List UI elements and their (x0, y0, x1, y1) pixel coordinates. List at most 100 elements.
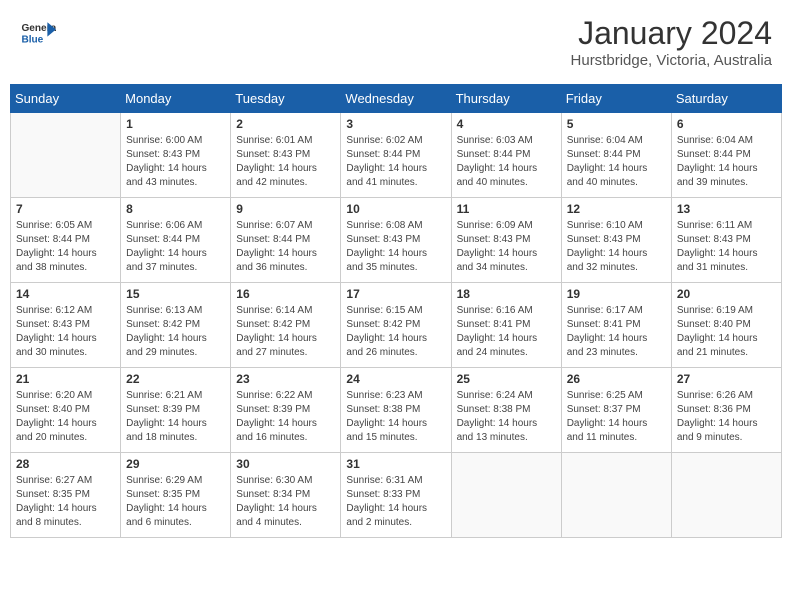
day-number: 1 (126, 117, 225, 131)
calendar-cell: 26 Sunrise: 6:25 AMSunset: 8:37 PMDayligh… (561, 368, 671, 453)
day-number: 7 (16, 202, 115, 216)
calendar-cell (451, 453, 561, 538)
calendar-cell: 14Sunrise: 6:12 AMSunset: 8:43 PMDayligh… (11, 283, 121, 368)
calendar-cell: 29 Sunrise: 6:29 AMSunset: 8:35 PMDayligh… (121, 453, 231, 538)
calendar-cell: 23 Sunrise: 6:22 AMSunset: 8:39 PMDayligh… (231, 368, 341, 453)
calendar-cell: 27 Sunrise: 6:26 AMSunset: 8:36 PMDayligh… (671, 368, 781, 453)
day-number: 29 (126, 457, 225, 471)
day-number: 18 (457, 287, 556, 301)
day-number: 2 (236, 117, 335, 131)
day-info: Sunrise: 6:06 AMSunset: 8:44 PMDaylight:… (126, 219, 225, 275)
day-info: Sunrise: 6:13 AMSunset: 8:42 PMDaylight:… (126, 304, 225, 360)
calendar-cell: 9 Sunrise: 6:07 AMSunset: 8:44 PMDaylight… (231, 198, 341, 283)
calendar-cell: 21Sunrise: 6:20 AMSunset: 8:40 PMDayligh… (11, 368, 121, 453)
calendar-cell: 31 Sunrise: 6:31 AMSunset: 8:33 PMDayligh… (341, 453, 451, 538)
month-title: January 2024 (571, 15, 772, 52)
calendar-cell: 20Sunrise: 6:19 AMSunset: 8:40 PMDayligh… (671, 283, 781, 368)
day-number: 24 (346, 372, 445, 386)
day-info: Sunrise: 6:11 AMSunset: 8:43 PMDaylight:… (677, 219, 776, 275)
calendar-cell: 24 Sunrise: 6:23 AMSunset: 8:38 PMDayligh… (341, 368, 451, 453)
calendar-cell (11, 113, 121, 198)
day-number: 26 (567, 372, 666, 386)
col-sunday: Sunday (11, 85, 121, 113)
day-info: Sunrise: 6:23 AMSunset: 8:38 PMDaylight:… (346, 389, 445, 445)
calendar-cell: 19 Sunrise: 6:17 AMSunset: 8:41 PMDayligh… (561, 283, 671, 368)
day-number: 23 (236, 372, 335, 386)
day-info: Sunrise: 6:24 AMSunset: 8:38 PMDaylight:… (457, 389, 556, 445)
day-info: Sunrise: 6:29 AMSunset: 8:35 PMDaylight:… (126, 474, 225, 530)
day-info: Sunrise: 6:10 AMSunset: 8:43 PMDaylight:… (567, 219, 666, 275)
calendar-cell: 17Sunrise: 6:15 AMSunset: 8:42 PMDayligh… (341, 283, 451, 368)
day-number: 17 (346, 287, 445, 301)
calendar-cell: 15 Sunrise: 6:13 AMSunset: 8:42 PMDayligh… (121, 283, 231, 368)
day-number: 5 (567, 117, 666, 131)
day-number: 16 (236, 287, 335, 301)
day-number: 28 (16, 457, 115, 471)
calendar-cell: 1 Sunrise: 6:00 AMSunset: 8:43 PMDaylight… (121, 113, 231, 198)
day-info: Sunrise: 6:07 AMSunset: 8:44 PMDaylight:… (236, 219, 335, 275)
calendar-cell: 12Sunrise: 6:10 AMSunset: 8:43 PMDayligh… (561, 198, 671, 283)
day-number: 9 (236, 202, 335, 216)
title-block: January 2024 Hurstbridge, Victoria, Aust… (571, 15, 772, 69)
day-info: Sunrise: 6:00 AMSunset: 8:43 PMDaylight:… (126, 134, 225, 190)
day-number: 31 (346, 457, 445, 471)
col-friday: Friday (561, 85, 671, 113)
col-tuesday: Tuesday (231, 85, 341, 113)
location-subtitle: Hurstbridge, Victoria, Australia (571, 52, 772, 69)
day-info: Sunrise: 6:21 AMSunset: 8:39 PMDaylight:… (126, 389, 225, 445)
day-info: Sunrise: 6:08 AMSunset: 8:43 PMDaylight:… (346, 219, 445, 275)
calendar-cell: 18 Sunrise: 6:16 AMSunset: 8:41 PMDayligh… (451, 283, 561, 368)
day-info: Sunrise: 6:14 AMSunset: 8:42 PMDaylight:… (236, 304, 335, 360)
day-number: 27 (677, 372, 776, 386)
day-number: 4 (457, 117, 556, 131)
day-info: Sunrise: 6:05 AMSunset: 8:44 PMDaylight:… (16, 219, 115, 275)
day-info: Sunrise: 6:04 AMSunset: 8:44 PMDaylight:… (677, 134, 776, 190)
day-info: Sunrise: 6:17 AMSunset: 8:41 PMDaylight:… (567, 304, 666, 360)
day-info: Sunrise: 6:27 AMSunset: 8:35 PMDaylight:… (16, 474, 115, 530)
day-info: Sunrise: 6:04 AMSunset: 8:44 PMDaylight:… (567, 134, 666, 190)
col-wednesday: Wednesday (341, 85, 451, 113)
calendar-cell (561, 453, 671, 538)
day-info: Sunrise: 6:22 AMSunset: 8:39 PMDaylight:… (236, 389, 335, 445)
calendar-cell: 4 Sunrise: 6:03 AMSunset: 8:44 PMDaylight… (451, 113, 561, 198)
day-info: Sunrise: 6:30 AMSunset: 8:34 PMDaylight:… (236, 474, 335, 530)
day-number: 15 (126, 287, 225, 301)
day-number: 22 (126, 372, 225, 386)
day-info: Sunrise: 6:26 AMSunset: 8:36 PMDaylight:… (677, 389, 776, 445)
day-number: 3 (346, 117, 445, 131)
day-number: 30 (236, 457, 335, 471)
day-number: 11 (457, 202, 556, 216)
calendar-cell: 22 Sunrise: 6:21 AMSunset: 8:39 PMDayligh… (121, 368, 231, 453)
day-info: Sunrise: 6:25 AMSunset: 8:37 PMDaylight:… (567, 389, 666, 445)
col-thursday: Thursday (451, 85, 561, 113)
logo-icon: General Blue (20, 15, 56, 51)
day-info: Sunrise: 6:12 AMSunset: 8:43 PMDaylight:… (16, 304, 115, 360)
day-info: Sunrise: 6:03 AMSunset: 8:44 PMDaylight:… (457, 134, 556, 190)
calendar-week-row: 21Sunrise: 6:20 AMSunset: 8:40 PMDayligh… (11, 368, 782, 453)
day-number: 10 (346, 202, 445, 216)
calendar-cell: 25 Sunrise: 6:24 AMSunset: 8:38 PMDayligh… (451, 368, 561, 453)
day-number: 8 (126, 202, 225, 216)
day-info: Sunrise: 6:19 AMSunset: 8:40 PMDaylight:… (677, 304, 776, 360)
calendar-cell: 11 Sunrise: 6:09 AMSunset: 8:43 PMDayligh… (451, 198, 561, 283)
day-number: 6 (677, 117, 776, 131)
day-number: 21 (16, 372, 115, 386)
day-info: Sunrise: 6:31 AMSunset: 8:33 PMDaylight:… (346, 474, 445, 530)
calendar-cell: 10 Sunrise: 6:08 AMSunset: 8:43 PMDayligh… (341, 198, 451, 283)
day-number: 13 (677, 202, 776, 216)
day-number: 19 (567, 287, 666, 301)
day-info: Sunrise: 6:01 AMSunset: 8:43 PMDaylight:… (236, 134, 335, 190)
day-info: Sunrise: 6:02 AMSunset: 8:44 PMDaylight:… (346, 134, 445, 190)
calendar-cell: 30 Sunrise: 6:30 AMSunset: 8:34 PMDayligh… (231, 453, 341, 538)
day-info: Sunrise: 6:16 AMSunset: 8:41 PMDaylight:… (457, 304, 556, 360)
calendar-cell: 2 Sunrise: 6:01 AMSunset: 8:43 PMDaylight… (231, 113, 341, 198)
calendar-cell: 6 Sunrise: 6:04 AMSunset: 8:44 PMDaylight… (671, 113, 781, 198)
calendar-table: Sunday Monday Tuesday Wednesday Thursday… (10, 84, 782, 538)
col-monday: Monday (121, 85, 231, 113)
calendar-week-row: 7 Sunrise: 6:05 AMSunset: 8:44 PMDaylight… (11, 198, 782, 283)
day-number: 25 (457, 372, 556, 386)
calendar-week-row: 14Sunrise: 6:12 AMSunset: 8:43 PMDayligh… (11, 283, 782, 368)
calendar-cell: 3 Sunrise: 6:02 AMSunset: 8:44 PMDaylight… (341, 113, 451, 198)
calendar-cell: 13 Sunrise: 6:11 AMSunset: 8:43 PMDayligh… (671, 198, 781, 283)
day-info: Sunrise: 6:09 AMSunset: 8:43 PMDaylight:… (457, 219, 556, 275)
